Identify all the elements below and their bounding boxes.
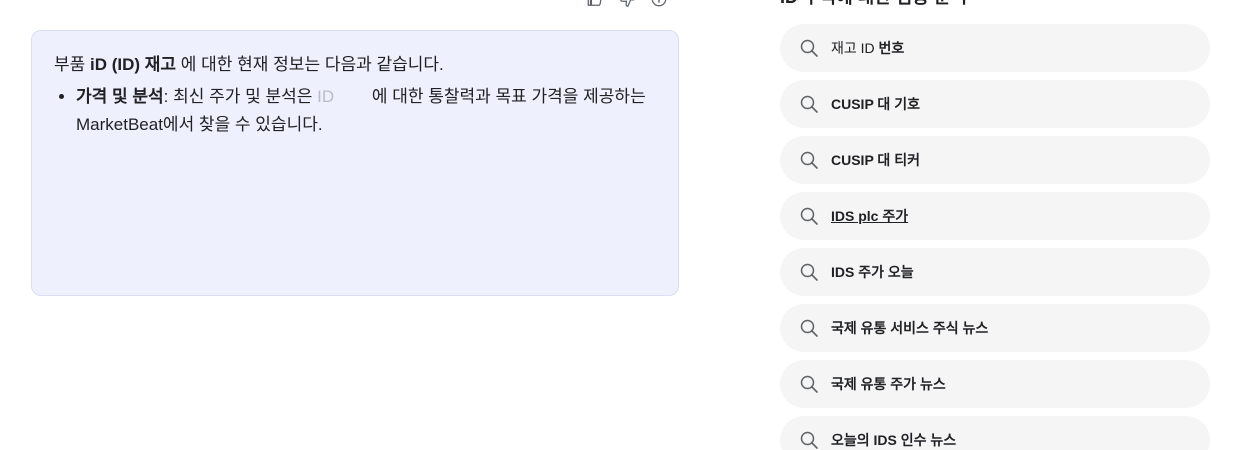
answer-intro: 부품 iD (ID) 재고 에 대한 현재 정보는 다음과 같습니다. <box>54 51 656 79</box>
related-search-label: CUSIP 대 기호 <box>831 96 920 112</box>
related-search-item[interactable]: CUSIP 대 티커 <box>780 136 1210 184</box>
intro-bold-stock-name: iD (ID) 재고 <box>90 55 177 74</box>
related-search-item[interactable]: 국제 유통 서비스 주식 뉴스 <box>780 304 1210 352</box>
related-search-label: IDS 주가 오늘 <box>831 264 914 280</box>
related-search-label: 국제 유통 서비스 주식 뉴스 <box>831 320 989 336</box>
search-icon <box>800 431 818 449</box>
info-icon[interactable] <box>650 0 668 8</box>
related-search-label-bold: 번호 <box>878 40 905 56</box>
related-search-item[interactable]: 국제 유통 주가 뉴스 <box>780 360 1210 408</box>
intro-prefix: 부품 <box>54 55 91 74</box>
related-search-item[interactable]: 오늘의 IDS 인수 뉴스 <box>780 416 1210 450</box>
related-search-label-plain: 재고 ID <box>831 40 879 56</box>
related-search-label: CUSIP 대 티커 <box>831 152 920 168</box>
thumbs-up-icon[interactable] <box>586 0 604 8</box>
search-icon <box>800 319 818 337</box>
related-search-list: 재고 ID 번호 CUSIP 대 기호 CUSIP 대 티커 IDS plc 주… <box>780 24 1210 450</box>
search-icon <box>800 375 818 393</box>
ticker-link[interactable]: ID <box>317 83 367 111</box>
search-icon <box>800 39 818 57</box>
search-icon <box>800 95 818 113</box>
related-search-label: 국제 유통 주가 뉴스 <box>831 376 946 392</box>
page: 부품 iD (ID) 재고 에 대한 현재 정보는 다음과 같습니다. 가격 및… <box>0 0 1250 450</box>
related-heading: ID 주식에 대한 심층 분석 <box>780 0 967 8</box>
related-search-label: IDS plc 주가 <box>831 208 909 224</box>
feedback-bar <box>586 0 668 8</box>
related-search-item[interactable]: IDS 주가 오늘 <box>780 248 1210 296</box>
thumbs-down-icon[interactable] <box>618 0 636 8</box>
related-search-label: 재고 ID 번호 <box>831 38 904 58</box>
related-search-item[interactable]: 재고 ID 번호 <box>780 24 1210 72</box>
answer-card: 부품 iD (ID) 재고 에 대한 현재 정보는 다음과 같습니다. 가격 및… <box>31 30 679 296</box>
bullet-text-1: : 최신 주가 및 분석은 <box>163 87 318 106</box>
related-search-item[interactable]: CUSIP 대 기호 <box>780 80 1210 128</box>
intro-suffix: 에 대한 현재 정보는 다음과 같습니다. <box>176 55 444 74</box>
answer-bullet: 가격 및 분석: 최신 주가 및 분석은 ID 에 대한 통찰력과 목표 가격을… <box>76 83 656 139</box>
answer-bullet-list: 가격 및 분석: 최신 주가 및 분석은 ID 에 대한 통찰력과 목표 가격을… <box>54 83 656 139</box>
search-icon <box>800 207 818 225</box>
related-search-label: 오늘의 IDS 인수 뉴스 <box>831 432 957 448</box>
bullet-title: 가격 및 분석 <box>76 87 164 106</box>
search-icon <box>800 151 818 169</box>
related-search-item[interactable]: IDS plc 주가 <box>780 192 1210 240</box>
search-icon <box>800 263 818 281</box>
